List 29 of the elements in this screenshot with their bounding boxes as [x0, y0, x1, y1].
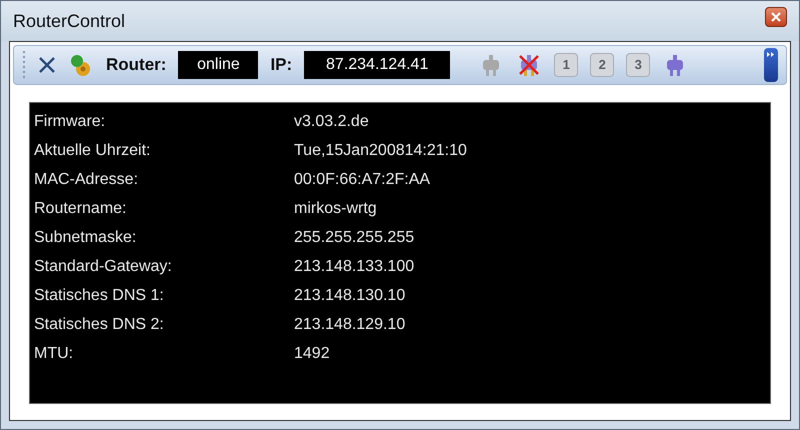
info-value: v3.03.2.de: [294, 112, 369, 132]
info-value: Tue,15Jan200814:21:10: [294, 140, 467, 160]
info-label: MAC-Adresse:: [34, 170, 140, 190]
info-label: Routername:: [34, 198, 128, 218]
info-value: 1492: [294, 344, 330, 364]
router-status: online: [178, 51, 258, 79]
info-label: Statisches DNS 2:: [34, 314, 165, 334]
ip-label: IP:: [270, 54, 292, 76]
info-label: Subnetmaske:: [34, 228, 138, 248]
overflow-button[interactable]: [764, 48, 778, 82]
close-button[interactable]: [765, 7, 787, 27]
close-icon: [771, 12, 781, 22]
grip-icon[interactable]: [22, 51, 26, 79]
info-value: 00:0F:66:A7:2F:AA: [294, 170, 430, 190]
close-icon[interactable]: [38, 56, 56, 74]
info-value: 255.255.255.255: [294, 228, 414, 248]
info-label: MTU:: [34, 344, 74, 364]
info-value: 213.148.133.100: [294, 256, 414, 276]
info-label: Aktuelle Uhrzeit:: [34, 140, 152, 160]
info-value: mirkos-wrtg: [294, 198, 377, 218]
info-label: Standard-Gateway:: [34, 256, 173, 276]
router-label: Router:: [106, 54, 166, 76]
info-label: Statisches DNS 1:: [34, 286, 165, 306]
ip-address: 87.234.124.41: [304, 51, 450, 79]
chevron-icon: [767, 52, 775, 57]
info-value: 213.148.129.10: [294, 314, 406, 334]
info-label: Firmware:: [34, 112, 106, 132]
info-value: 213.148.130.10: [294, 286, 406, 306]
window-title: RouterControl: [13, 10, 126, 32]
